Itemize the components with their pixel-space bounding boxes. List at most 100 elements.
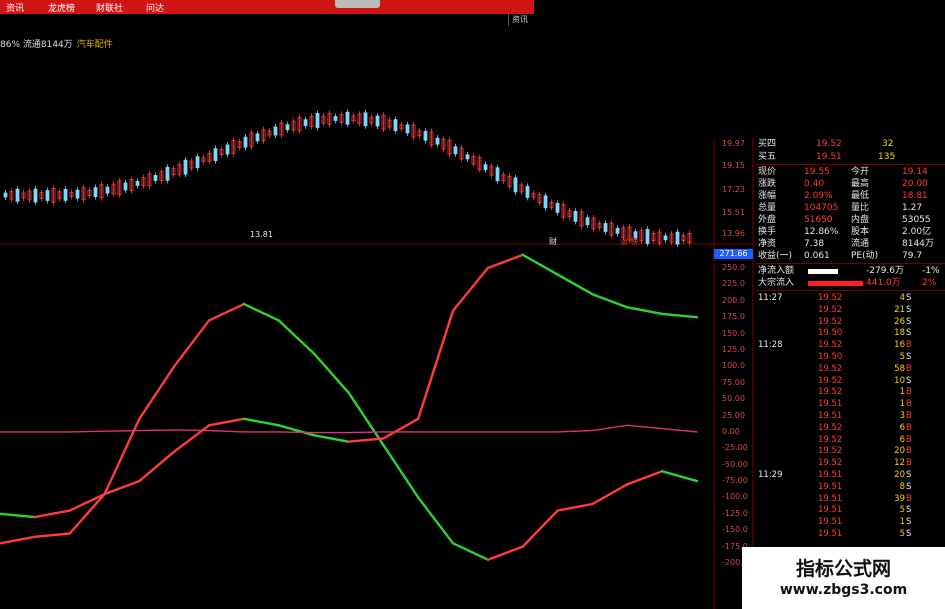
trade-row: 19.50 18 S	[756, 328, 945, 339]
stat-row: 换手 12.86% 股本 2.00亿	[756, 226, 945, 238]
trade-price: 19.51	[818, 517, 843, 528]
trade-side: S	[906, 481, 912, 492]
series-1-segment	[626, 306, 664, 316]
series-0-segment	[417, 496, 455, 545]
trade-price: 19.51	[818, 505, 843, 516]
trade-row: 19.52 21 S	[756, 305, 945, 316]
watermark: 指标公式网 www.zbgs3.com	[742, 547, 945, 609]
indicator-tick: -125.0	[722, 508, 748, 518]
series-0-segment	[68, 492, 106, 535]
series-1-segment	[68, 492, 106, 512]
series-0-segment	[556, 502, 594, 512]
trade-row: 19.52 12 B	[756, 458, 945, 469]
trade-volume: 5	[899, 505, 905, 516]
series-1-segment	[173, 424, 211, 453]
series-0-segment	[207, 302, 246, 322]
stat-label: 最高	[851, 179, 870, 189]
trade-volume: 6	[899, 434, 905, 445]
stat-label: 流通	[851, 239, 870, 249]
trade-price: 19.52	[818, 422, 843, 433]
trade-row: 19.52 58 B	[756, 364, 945, 375]
trade-row: 19.51 3 B	[756, 411, 945, 422]
bid-label: 买四	[758, 139, 777, 149]
stat-label: 净资	[758, 239, 777, 249]
stat-row: 外盘 51650 内盘 53055	[756, 214, 945, 226]
chart-marker-cai[interactable]: 财	[549, 236, 557, 247]
panel-separator	[756, 263, 945, 264]
flow-bar	[808, 281, 863, 286]
stat-value: 79.7	[902, 251, 923, 261]
trade-price: 19.50	[818, 352, 843, 362]
trade-side: S	[906, 529, 912, 539]
series-2-segment	[173, 429, 210, 432]
series-1-segment	[33, 509, 71, 519]
price-tick: 13.96	[722, 229, 745, 238]
trade-row: 19.52 26 S	[756, 317, 945, 328]
stat-row: 现价 19.55 今开 19.14	[756, 166, 945, 178]
series-1-segment	[242, 417, 280, 427]
indicator-tick: 0.00	[722, 426, 740, 436]
trade-row: 19.52 6 B	[756, 423, 945, 434]
trade-volume: 26	[894, 316, 905, 327]
trade-volume: 1	[899, 517, 905, 528]
series-2-segment	[68, 430, 106, 433]
flow-value: 441.0万	[866, 278, 901, 288]
panel-separator	[756, 164, 945, 165]
series-0-segment	[521, 509, 559, 548]
trade-price: 19.52	[818, 446, 843, 457]
bid-label: 买五	[758, 152, 777, 162]
trade-volume: 1	[899, 387, 905, 398]
series-0-segment	[173, 319, 211, 368]
stat-value: 104705	[804, 203, 839, 213]
trade-price: 19.52	[818, 293, 843, 303]
stat-value: 2.09%	[804, 191, 833, 201]
trade-row: 19.51 5 S	[756, 505, 945, 516]
series-0-segment	[626, 470, 664, 486]
chart-marker-zhang[interactable]: 涨 榜	[620, 236, 639, 247]
trade-volume: 5	[899, 352, 905, 362]
trade-row: 19.51 1 B	[756, 399, 945, 410]
series-0-segment	[382, 443, 420, 499]
series-0-segment	[242, 302, 280, 322]
trade-row: 19.52 6 B	[756, 435, 945, 446]
series-0-segment	[33, 532, 71, 538]
bid-volume: 32	[882, 139, 894, 149]
trade-side: B	[906, 340, 912, 351]
series-1-segment	[207, 417, 246, 427]
trade-price: 19.52	[818, 375, 843, 386]
trade-row: 11:29 19.51 20 S	[756, 470, 945, 481]
trade-side: B	[906, 399, 912, 410]
indicator-tick: 200.0	[722, 295, 745, 305]
indicator-tick: -25.00	[722, 443, 748, 453]
indicator-tick: 25.00	[722, 410, 745, 420]
series-0-segment	[591, 483, 629, 506]
stat-label: PE(动)	[851, 251, 879, 261]
stat-value: 7.38	[804, 239, 825, 249]
panel-separator	[756, 290, 945, 291]
trade-side: S	[906, 328, 912, 339]
series-1-segment	[277, 424, 315, 437]
trade-price: 19.52	[818, 387, 843, 398]
bid-row: 买四 19.52 32	[756, 138, 945, 150]
stat-label: 最低	[851, 191, 870, 201]
price-tick: 19.97	[722, 139, 745, 148]
series-1-segment	[486, 253, 524, 270]
bid-row: 买五 19.51 135	[756, 151, 945, 163]
series-1-segment	[417, 309, 455, 420]
stat-label: 涨跌	[758, 179, 777, 189]
stat-value: 12.86%	[804, 227, 839, 237]
flow-row-net: 净流入额 -279.6万 -1%	[756, 265, 945, 277]
stat-label: 换手	[758, 227, 777, 237]
stat-value: 2.00亿	[902, 227, 932, 237]
watermark-url: www.zbgs3.com	[779, 582, 908, 598]
series-2-segment	[138, 429, 175, 432]
series-1-segment	[660, 312, 699, 319]
trade-price: 19.52	[818, 434, 843, 445]
series-2-segment	[208, 429, 245, 433]
trade-side: S	[906, 352, 912, 362]
trade-volume: 3	[899, 411, 905, 421]
series-0-segment	[312, 352, 350, 394]
trade-row: 19.52 20 B	[756, 446, 945, 457]
series-0-segment	[277, 319, 315, 355]
trade-side: S	[906, 470, 912, 480]
